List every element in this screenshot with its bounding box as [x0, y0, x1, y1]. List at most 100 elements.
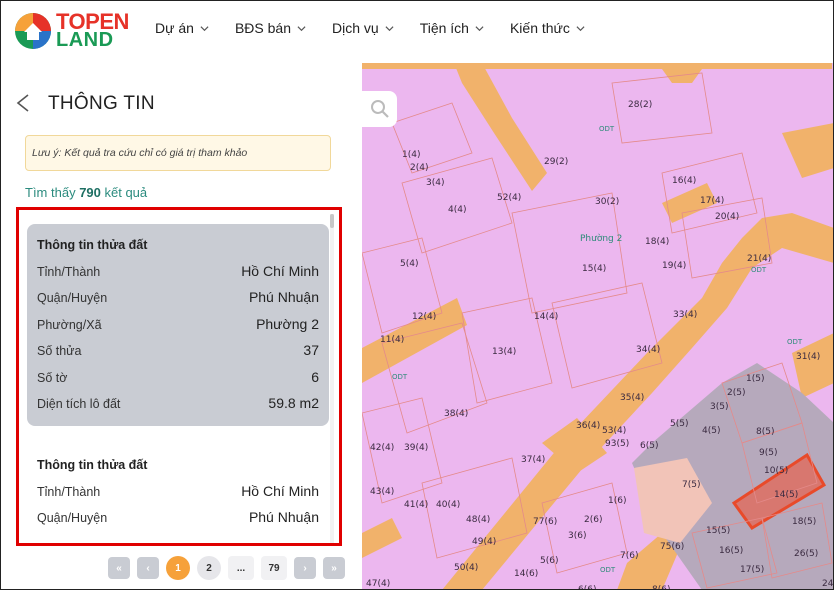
card-title: Thông tin thửa đất [37, 458, 148, 472]
parcel-card[interactable]: Thông tin thửa đất Tỉnh/Thành Hồ Chí Minh… [27, 444, 329, 543]
parcel-label: 1(5) [746, 374, 765, 384]
parcel-label: 19(4) [662, 261, 687, 271]
next-page-button[interactable]: › [294, 557, 316, 579]
parcel-label: 26(5) [794, 549, 819, 559]
card-row: Tỉnh/Thành Hồ Chí Minh [37, 483, 319, 509]
parcel-label: 3(4) [426, 178, 445, 188]
search-icon [370, 100, 389, 118]
parcel-label: 93(5) [605, 439, 630, 449]
page-ellipsis: ... [228, 556, 254, 580]
parcel-label: 4(5) [702, 426, 721, 436]
card-row: Quận/Huyện Phú Nhuận [37, 289, 319, 315]
parcel-label: 7(5) [682, 480, 701, 490]
parcel-label: 8(5) [756, 427, 775, 437]
chevron-down-icon [576, 25, 585, 31]
parcel-label: 2(5) [727, 388, 746, 398]
nav-label: Dịch vụ [332, 20, 379, 36]
row-value: 37 [303, 342, 319, 359]
parcel-label: 16(4) [672, 176, 697, 186]
zone-code-label: ODT [600, 566, 616, 574]
parcel-label: 14(5) [774, 490, 799, 500]
nav-bds-ban[interactable]: BĐS bán [235, 20, 306, 36]
info-panel: THÔNG TIN Lưu ý: Kết quả tra cứu chỉ có … [0, 63, 362, 590]
nav-kien-thuc[interactable]: Kiến thức [510, 20, 585, 36]
nav-label: Tiện ích [419, 20, 469, 36]
row-key: Tỉnh/Thành [37, 265, 101, 279]
parcel-label: 2(4) [410, 163, 429, 173]
map-canvas[interactable] [362, 63, 834, 590]
parcel-label: 4(4) [448, 205, 467, 215]
row-value: Hồ Chí Minh [241, 483, 319, 499]
row-key: Số thửa [37, 344, 82, 359]
row-value: Phú Nhuận [248, 289, 319, 306]
disclaimer-note: Lưu ý: Kết quả tra cứu chỉ có giá trị th… [25, 135, 331, 171]
row-key: Quận/Huyện [37, 511, 108, 526]
parcel-label: 11(4) [380, 335, 405, 345]
parcel-label: 41(4) [404, 500, 429, 510]
first-page-button[interactable]: « [108, 557, 130, 579]
parcel-label: 42(4) [370, 443, 395, 453]
panel-title: THÔNG TIN [48, 93, 155, 114]
chevron-down-icon [475, 25, 484, 31]
parcel-label: 5(6) [540, 556, 559, 566]
parcel-label: 31(4) [796, 352, 821, 362]
parcel-label: 35(4) [620, 393, 645, 403]
card-title: Thông tin thửa đất [37, 238, 148, 252]
parcel-label: 14(4) [534, 312, 559, 322]
parcel-label: 9(5) [759, 448, 778, 458]
back-arrow-icon[interactable] [14, 93, 32, 113]
map-search-button[interactable] [362, 91, 397, 127]
card-row: Số tờ 6 [37, 369, 319, 395]
parcel-label: 5(5) [670, 419, 689, 429]
nav-dich-vu[interactable]: Dịch vụ [332, 20, 394, 36]
row-value: Phường 2 [256, 315, 319, 332]
parcel-card-selected[interactable]: Thông tin thửa đất Tỉnh/Thành Hồ Chí Minh… [27, 224, 329, 426]
scrollbar-thumb[interactable] [330, 214, 334, 228]
parcel-label: 30(2) [595, 197, 620, 207]
pagination: « ‹ 1 2 ... 79 › » [108, 556, 345, 580]
row-value: Phú Nhuận [248, 509, 319, 526]
parcel-label: 49(4) [472, 537, 497, 547]
ward-label: Phường 2 [580, 234, 623, 244]
parcel-label: 36(4) [576, 421, 601, 431]
page-1-button[interactable]: 1 [166, 556, 190, 580]
parcel-label: 15(5) [706, 526, 731, 536]
parcel-label: 34(4) [636, 345, 661, 355]
parcel-label: 40(4) [436, 500, 461, 510]
cadastral-map[interactable]: 28(2) ODT 1(4) 2(4) 3(4) 29(2) 16(4) 52(4) 30(2)… [362, 63, 834, 590]
result-count-suffix: kết quả [100, 185, 148, 200]
logo-house-icon [15, 13, 51, 49]
nav-tien-ich[interactable]: Tiện ích [420, 20, 484, 36]
last-page-number-button[interactable]: 79 [261, 556, 287, 580]
results-list[interactable]: Thông tin thửa đất Tỉnh/Thành Hồ Chí Minh… [16, 207, 342, 546]
parcel-label: 2(6) [584, 515, 603, 525]
prev-page-button[interactable]: ‹ [137, 557, 159, 579]
parcel-label: 29(2) [544, 157, 569, 167]
row-value: 6 [311, 368, 319, 385]
row-key: Tỉnh/Thành [37, 485, 101, 499]
parcel-label: 21(4) [747, 254, 772, 264]
card-row: Số thửa 37 [37, 342, 319, 368]
zone-code-label: ODT [392, 373, 408, 381]
page-2-button[interactable]: 2 [197, 556, 221, 580]
zone-code-label: ODT [751, 266, 767, 274]
parcel-label: 14(6) [514, 569, 539, 579]
result-count: Tìm thấy 790 kết quả [25, 185, 147, 200]
parcel-label: 16(5) [719, 546, 744, 556]
row-value: 59.8 m2 [268, 394, 319, 411]
parcel-label: 7(6) [620, 551, 639, 561]
nav-du-an[interactable]: Dự án [155, 20, 209, 36]
parcel-label: 75(6) [660, 542, 685, 552]
last-page-button[interactable]: » [323, 557, 345, 579]
scrollbar-track[interactable] [330, 214, 334, 543]
parcel-label: 24(5) [822, 579, 834, 589]
parcel-label: 6(5) [640, 441, 659, 451]
zone-code-label: ODT [787, 338, 803, 346]
parcel-label: 28(2) [628, 100, 653, 110]
topen-land-logo[interactable]: TOPEN LAND [14, 9, 134, 53]
row-key: Diện tích lô đất [37, 396, 121, 411]
card-row: Tỉnh/Thành Hồ Chí Minh [37, 263, 319, 289]
main-nav: Dự án BĐS bán Dịch vụ Tiện ích Kiến thức [155, 20, 611, 36]
parcel-label: 48(4) [466, 515, 491, 525]
parcel-label: 1(6) [608, 496, 627, 506]
